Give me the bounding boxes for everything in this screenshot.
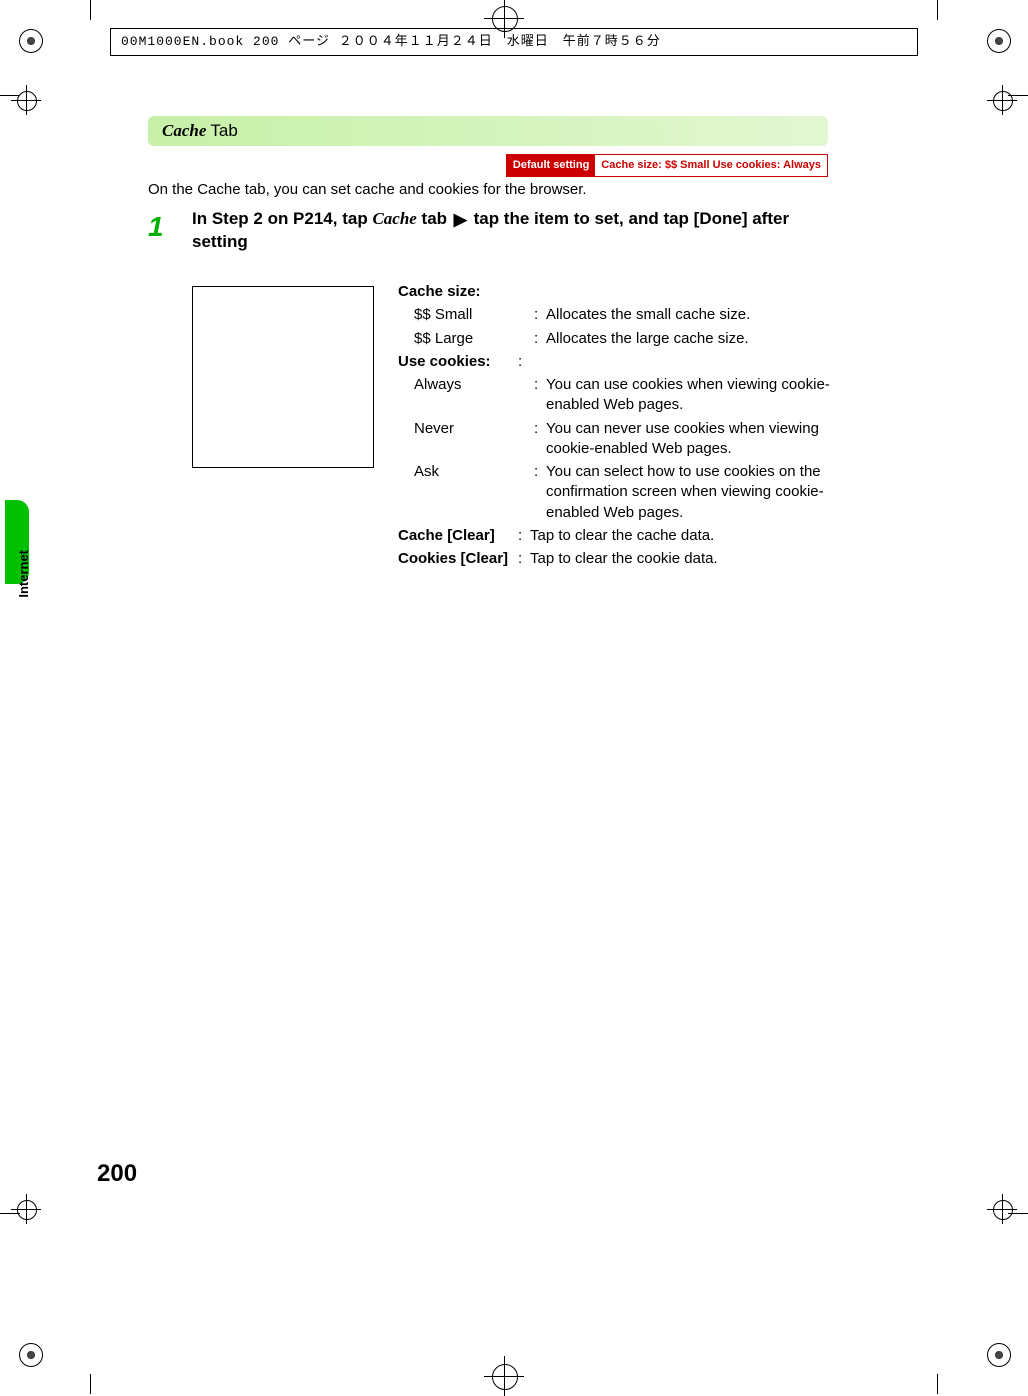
- definition-colon: :: [518, 352, 530, 372]
- arrow-icon: ▶: [454, 209, 467, 232]
- registration-mark-icon: [14, 24, 46, 56]
- definition-colon: :: [534, 375, 546, 416]
- definition-row: Cookies [Clear]:Tap to clear the cookie …: [398, 549, 830, 569]
- page-root: 00M1000EN.book 200 ページ ２００４年１１月２４日 水曜日 午…: [0, 0, 1028, 1394]
- definition-term: $$ Small: [398, 305, 534, 325]
- definition-colon: :: [534, 419, 546, 460]
- section-title-rest: Tab: [210, 120, 237, 143]
- definition-term: Cache size:: [398, 282, 518, 302]
- definition-term: $$ Large: [398, 329, 534, 349]
- definition-colon: :: [534, 462, 546, 523]
- default-setting-label: Default setting: [507, 155, 595, 176]
- definition-row: Cache [Clear]:Tap to clear the cache dat…: [398, 526, 830, 546]
- step-instruction: In Step 2 on P214, tap Cache tab ▶ tap t…: [192, 208, 828, 254]
- definition-row: $$ Large:Allocates the large cache size.: [398, 329, 830, 349]
- crop-mark-icon: [90, 1374, 91, 1394]
- intro-text: On the Cache tab, you can set cache and …: [148, 180, 587, 200]
- definition-colon: [518, 282, 530, 302]
- definition-term: Use cookies:: [398, 352, 518, 372]
- section-heading: Cache Tab: [148, 116, 828, 146]
- definition-description: [530, 352, 830, 372]
- definition-description: Allocates the large cache size.: [546, 329, 830, 349]
- step-number: 1: [148, 208, 164, 246]
- step-text-tab: Cache: [372, 209, 416, 228]
- definition-term: Never: [398, 419, 534, 460]
- default-setting-value: Cache size: $$ Small Use cookies: Always: [595, 155, 827, 176]
- definition-row: Never:You can never use cookies when vie…: [398, 419, 830, 460]
- section-tab-label: Internet: [15, 550, 33, 598]
- definition-term: Ask: [398, 462, 534, 523]
- definition-list: Cache size:$$ Small:Allocates the small …: [398, 282, 830, 572]
- definition-row: Ask:You can select how to use cookies on…: [398, 462, 830, 523]
- definition-description: You can never use cookies when viewing c…: [546, 419, 830, 460]
- step-block: 1 In Step 2 on P214, tap Cache tab ▶ tap…: [148, 208, 828, 254]
- section-title-italic: Cache: [162, 120, 206, 143]
- definition-description: Allocates the small cache size.: [546, 305, 830, 325]
- definition-colon: :: [518, 549, 530, 569]
- registration-mark-icon: [982, 1338, 1014, 1370]
- definition-row: Use cookies::: [398, 352, 830, 372]
- definition-description: You can use cookies when viewing cookie-…: [546, 375, 830, 416]
- registration-mark-icon: [14, 1338, 46, 1370]
- crop-mark-icon: [937, 0, 938, 20]
- definition-row: Always:You can use cookies when viewing …: [398, 375, 830, 416]
- definition-description: Tap to clear the cache data.: [530, 526, 830, 546]
- default-setting-box: Default setting Cache size: $$ Small Use…: [506, 154, 828, 177]
- definition-colon: :: [534, 329, 546, 349]
- definition-description: [530, 282, 830, 302]
- crop-mark-icon: [937, 1374, 938, 1394]
- print-header: 00M1000EN.book 200 ページ ２００４年１１月２４日 水曜日 午…: [110, 28, 918, 56]
- definition-term: Cache [Clear]: [398, 526, 518, 546]
- definition-colon: :: [534, 305, 546, 325]
- definition-colon: :: [518, 526, 530, 546]
- screenshot-placeholder: [192, 286, 374, 468]
- definition-row: $$ Small:Allocates the small cache size.: [398, 305, 830, 325]
- definition-row: Cache size:: [398, 282, 830, 302]
- definition-term: Always: [398, 375, 534, 416]
- step-text-post-tab: tab: [417, 209, 452, 228]
- page-number: 200: [97, 1158, 137, 1190]
- definition-description: You can select how to use cookies on the…: [546, 462, 830, 523]
- step-text-pre: In Step 2 on P214, tap: [192, 209, 372, 228]
- definition-description: Tap to clear the cookie data.: [530, 549, 830, 569]
- crop-mark-icon: [90, 0, 91, 20]
- registration-mark-icon: [982, 24, 1014, 56]
- definition-term: Cookies [Clear]: [398, 549, 518, 569]
